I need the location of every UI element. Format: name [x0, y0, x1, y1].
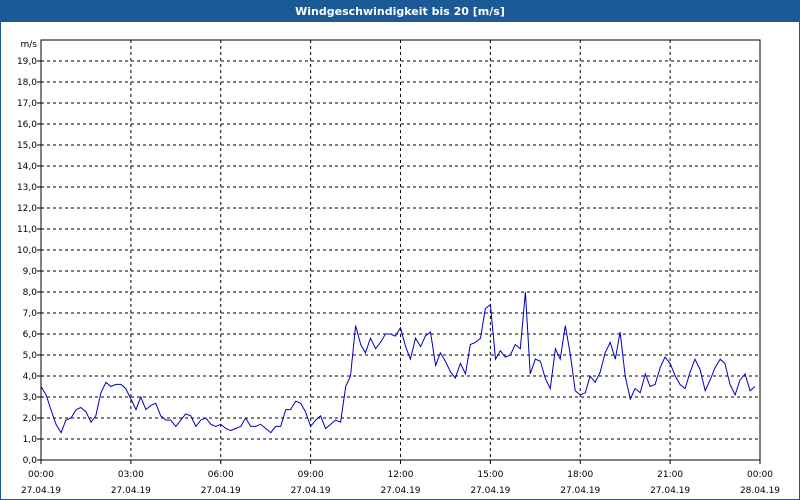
x-tick-time: 18:00	[567, 470, 593, 480]
x-tick-date: 27.04.19	[470, 486, 510, 496]
x-tick-time: 00:00	[747, 470, 773, 480]
y-tick-label: 6,0	[23, 330, 38, 340]
y-axis-unit: m/s	[21, 40, 38, 50]
axis-labels: 0,0 1,0 2,0 3,0 4,0 5,0 6,0 7,0 8,0 9,0 10,0 11,0 12…	[17, 40, 780, 496]
y-tick-label: 3,0	[23, 393, 38, 403]
y-tick-label: 18,0	[17, 78, 37, 88]
x-tick-time: 09:00	[298, 470, 324, 480]
x-tick-time: 03:00	[118, 470, 144, 480]
y-tick-label: 1,0	[23, 435, 38, 445]
y-tick-label: 14,0	[17, 162, 37, 172]
y-tick-label: 8,0	[23, 288, 38, 298]
x-tick-date: 27.04.19	[111, 486, 151, 496]
y-tick-label: 12,0	[17, 204, 37, 214]
x-tick-time: 21:00	[657, 470, 683, 480]
y-tick-label: 4,0	[23, 372, 38, 382]
y-tick-label: 0,0	[23, 456, 38, 466]
y-tick-label: 16,0	[17, 120, 37, 130]
y-tick-label: 10,0	[17, 246, 37, 256]
y-tick-label: 9,0	[23, 267, 38, 277]
x-tick-time: 15:00	[477, 470, 503, 480]
y-tick-label: 11,0	[17, 225, 37, 235]
x-tick-date: 27.04.19	[201, 486, 241, 496]
x-tick-time: 12:00	[388, 470, 414, 480]
y-tick-label: 15,0	[17, 141, 37, 151]
y-tick-label: 7,0	[23, 309, 38, 319]
wind-speed-chart: 0,0 1,0 2,0 3,0 4,0 5,0 6,0 7,0 8,0 9,0 10,0 11,0 12…	[17, 39, 780, 496]
x-tick-date: 27.04.19	[380, 486, 420, 496]
y-tick-label: 19,0	[17, 57, 37, 67]
x-tick-date: 27.04.19	[650, 486, 690, 496]
y-tick-label: 2,0	[23, 414, 38, 424]
x-tick-date: 27.04.19	[560, 486, 600, 496]
y-tick-label: 13,0	[17, 183, 37, 193]
y-tick-label: 5,0	[23, 351, 38, 361]
grid-lines	[37, 40, 761, 464]
x-tick-time: 06:00	[208, 470, 234, 480]
y-tick-label: 17,0	[17, 99, 37, 109]
x-tick-time: 00:00	[28, 470, 54, 480]
x-tick-date: 27.04.19	[291, 486, 331, 496]
x-tick-date: 28.04.19	[740, 486, 780, 496]
x-tick-date: 27.04.19	[21, 486, 61, 496]
